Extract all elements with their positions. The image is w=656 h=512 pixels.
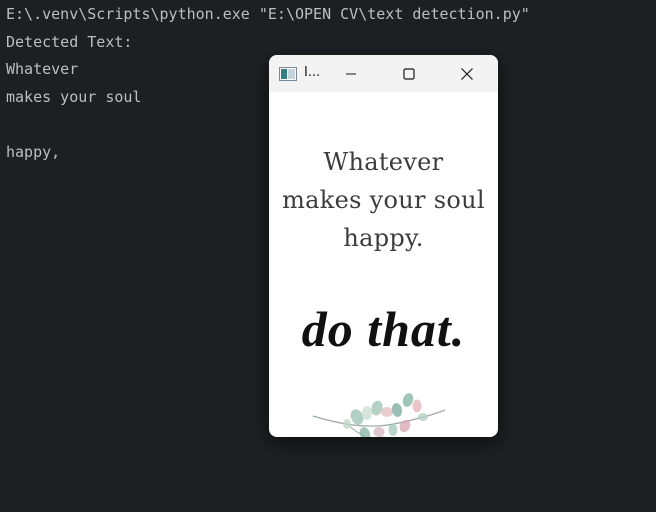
maximize-icon [403, 67, 415, 80]
maximize-button[interactable] [386, 55, 432, 92]
close-icon [461, 67, 473, 80]
command-line: E:\.venv\Scripts\python.exe "E:\OPEN CV\… [6, 5, 530, 23]
minimize-button[interactable] [328, 55, 374, 92]
quote-line: happy. [343, 224, 424, 252]
image-display: Whatever makes your soul happy. do that. [269, 92, 498, 437]
image-window[interactable]: I... Whatever makes your soul happy. do … [269, 55, 498, 437]
quote-line: makes your soul [282, 186, 485, 214]
window-title: I... [304, 65, 321, 80]
script-text: do that. [301, 301, 466, 357]
quote-line: Whatever [323, 148, 444, 176]
app-icon [279, 67, 297, 81]
eucalyptus-sprig-illustration [312, 393, 446, 437]
minimize-icon [346, 73, 356, 74]
close-button[interactable] [444, 55, 490, 92]
window-titlebar[interactable]: I... [269, 55, 498, 92]
output-heading: Detected Text: [6, 32, 133, 51]
